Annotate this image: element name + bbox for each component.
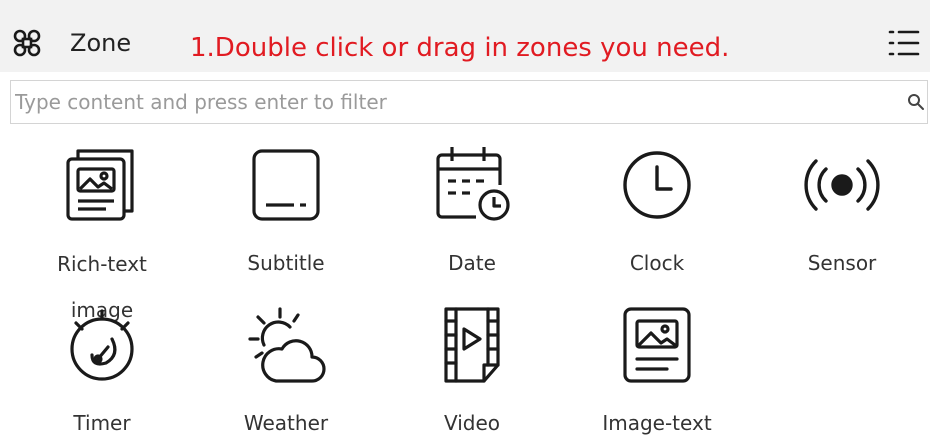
- zone-image-text[interactable]: Image-text: [582, 305, 732, 443]
- zone-title: Zone: [70, 29, 132, 57]
- zone-timer[interactable]: Timer: [27, 305, 177, 443]
- zone-label: Sensor: [807, 251, 877, 275]
- zone-clock[interactable]: Clock: [582, 145, 732, 295]
- video-icon: [444, 307, 500, 383]
- date-icon: [436, 147, 510, 221]
- search-input[interactable]: [15, 81, 885, 123]
- zone-label: Timer: [73, 411, 131, 435]
- zone-label: Subtitle: [247, 251, 325, 275]
- zone-date[interactable]: Date: [397, 145, 547, 295]
- zone-label: Date: [448, 251, 496, 275]
- weather-icon: [248, 307, 326, 383]
- command-icon: [13, 29, 41, 57]
- timer-icon: [70, 309, 134, 381]
- zone-rich-text-image[interactable]: Rich-text image: [27, 145, 177, 322]
- zone-label: Weather: [243, 411, 329, 435]
- zone-label: Image-text: [602, 411, 712, 435]
- rich-text-image-icon: [66, 149, 134, 221]
- zone-panel: Zone 1.Double click or drag in zones you…: [0, 0, 930, 443]
- zone-label: Clock: [629, 251, 685, 275]
- zone-label: Video: [443, 411, 501, 435]
- search-icon[interactable]: [907, 93, 925, 111]
- zone-sensor[interactable]: Sensor: [767, 145, 917, 295]
- zone-header: Zone 1.Double click or drag in zones you…: [0, 0, 930, 72]
- search-box: [10, 80, 928, 124]
- instruction-text: 1.Double click or drag in zones you need…: [190, 33, 730, 63]
- image-text-icon: [623, 307, 691, 383]
- clock-icon: [623, 151, 691, 219]
- zone-subtitle[interactable]: Subtitle: [211, 145, 361, 295]
- zone-video[interactable]: Video: [397, 305, 547, 443]
- subtitle-icon: [252, 149, 320, 221]
- list-menu-icon[interactable]: [888, 28, 920, 58]
- sensor-icon: [804, 159, 880, 211]
- zone-weather[interactable]: Weather: [211, 305, 361, 443]
